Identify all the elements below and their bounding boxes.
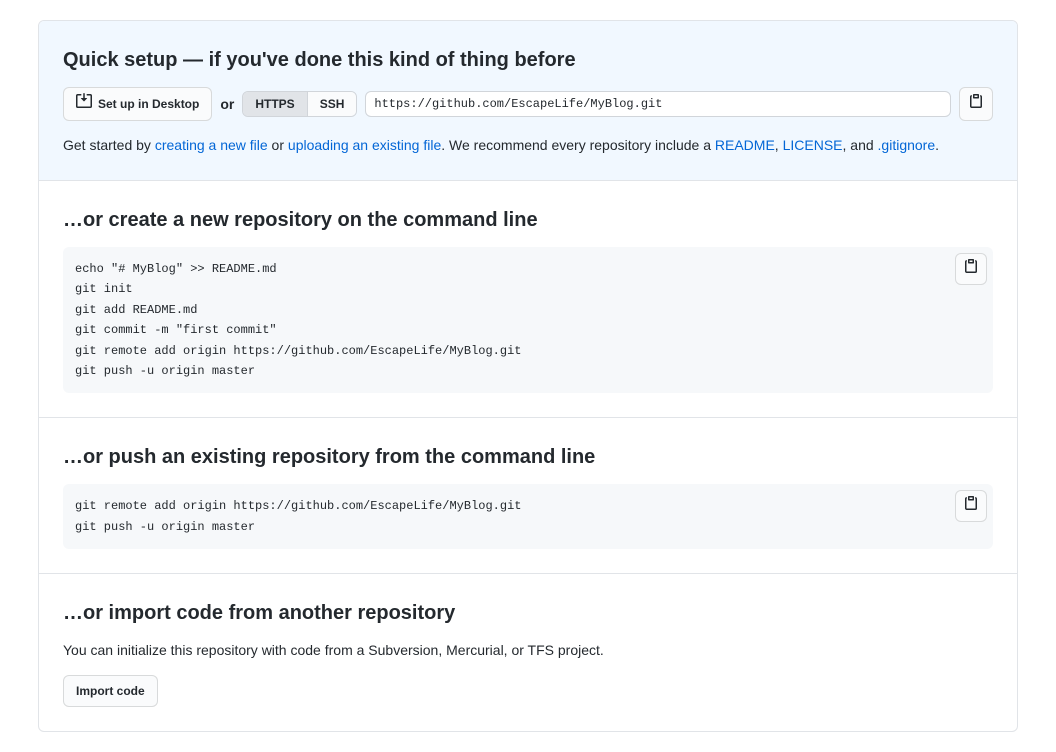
clipboard-icon (963, 495, 979, 517)
ssh-toggle[interactable]: SSH (308, 92, 357, 116)
import-code-button[interactable]: Import code (63, 675, 158, 707)
setup-desktop-button[interactable]: Set up in Desktop (63, 87, 212, 121)
link-new-file[interactable]: creating a new file (155, 137, 268, 153)
link-gitignore[interactable]: .gitignore (878, 137, 936, 153)
link-upload-file[interactable]: uploading an existing file (288, 137, 441, 153)
quick-setup-heading: Quick setup — if you've done this kind o… (63, 45, 993, 75)
clipboard-icon (963, 258, 979, 280)
copy-create-code-button[interactable] (955, 253, 987, 285)
push-code-wrap: git remote add origin https://github.com… (63, 484, 993, 549)
import-repo-text: You can initialize this repository with … (63, 640, 993, 661)
copy-push-code-button[interactable] (955, 490, 987, 522)
desktop-download-icon (76, 93, 92, 115)
protocol-toggle: HTTPS SSH (242, 91, 357, 117)
push-repo-heading: …or push an existing repository from the… (63, 442, 993, 472)
import-repo-section: …or import code from another repository … (39, 574, 1017, 731)
link-license[interactable]: LICENSE (783, 137, 843, 153)
repo-setup-container: Quick setup — if you've done this kind o… (38, 20, 1018, 732)
setup-row: Set up in Desktop or HTTPS SSH (63, 87, 993, 121)
push-code-block[interactable]: git remote add origin https://github.com… (63, 484, 993, 549)
import-repo-heading: …or import code from another repository (63, 598, 993, 628)
repo-url-input[interactable] (365, 91, 951, 117)
create-code-block[interactable]: echo "# MyBlog" >> README.md git init gi… (63, 247, 993, 393)
quick-setup-panel: Quick setup — if you've done this kind o… (39, 21, 1017, 181)
create-code-wrap: echo "# MyBlog" >> README.md git init gi… (63, 247, 993, 393)
or-separator: or (220, 94, 234, 115)
setup-desktop-label: Set up in Desktop (98, 94, 199, 114)
copy-url-button[interactable] (959, 87, 993, 121)
https-toggle[interactable]: HTTPS (243, 92, 307, 116)
get-started-text: Get started by creating a new file or up… (63, 135, 993, 156)
create-repo-heading: …or create a new repository on the comma… (63, 205, 993, 235)
push-repo-section: …or push an existing repository from the… (39, 418, 1017, 574)
link-readme[interactable]: README (715, 137, 775, 153)
clipboard-icon (968, 93, 984, 115)
create-repo-section: …or create a new repository on the comma… (39, 181, 1017, 418)
